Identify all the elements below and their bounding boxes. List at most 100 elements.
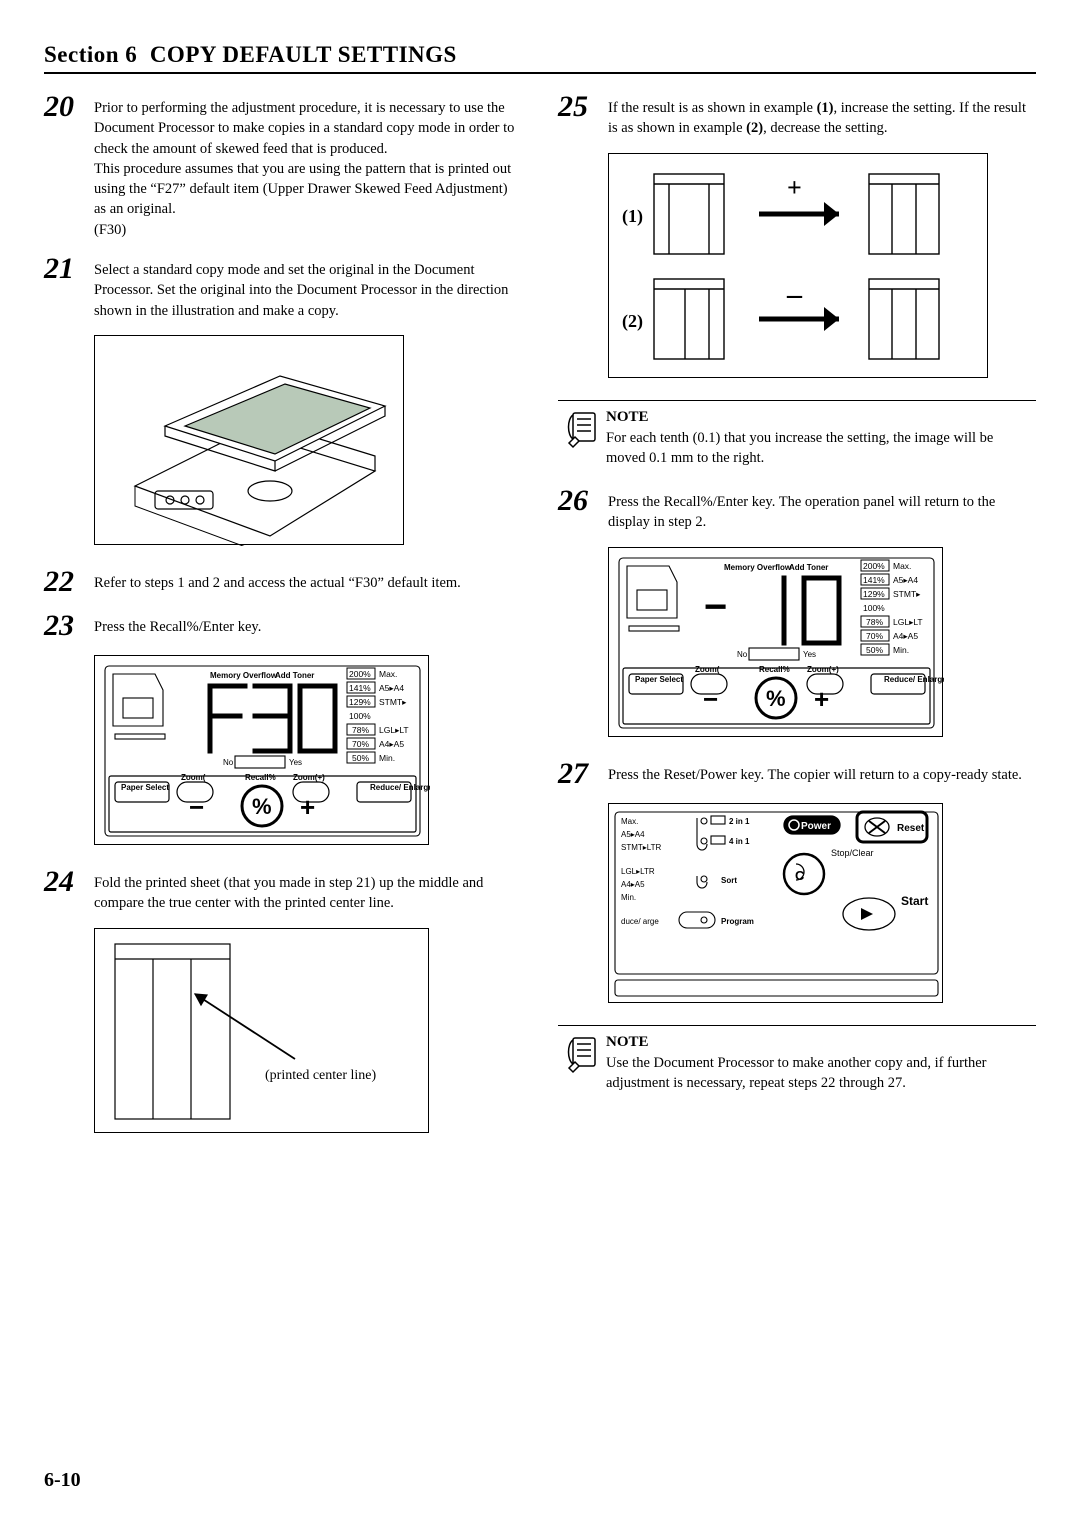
figure-panel-f30: Memory Overflow Add Toner No Yes 200%Max… <box>94 655 429 845</box>
svg-text:(2): (2) <box>622 311 643 332</box>
svg-text:STMT▸: STMT▸ <box>379 697 407 707</box>
svg-text:(1): (1) <box>622 206 643 227</box>
note-text: NOTE For each tenth (0.1) that you incre… <box>606 407 1036 469</box>
step-26: 26 Press the Recall%/Enter key. The oper… <box>558 486 1036 533</box>
step-24: 24 Fold the printed sheet (that you made… <box>44 867 522 914</box>
svg-text:Max.: Max. <box>379 669 397 679</box>
step-number: 21 <box>44 254 94 284</box>
svg-text:Min.: Min. <box>379 753 395 763</box>
note-icon <box>558 407 606 451</box>
step-number: 27 <box>558 759 608 789</box>
step-23: 23 Press the Recall%/Enter key. <box>44 611 522 641</box>
svg-text:A5▸A4: A5▸A4 <box>893 575 918 585</box>
increase-decrease-svg: (1) (2) + – <box>609 154 989 379</box>
svg-text:Paper Select: Paper Select <box>635 675 683 684</box>
step-22: 22 Refer to steps 1 and 2 and access the… <box>44 567 522 597</box>
svg-text:A5▸A4: A5▸A4 <box>621 830 645 839</box>
step-20: 20 Prior to performing the adjustment pr… <box>44 92 522 240</box>
step-text: Refer to steps 1 and 2 and access the ac… <box>94 567 461 593</box>
svg-text:200%: 200% <box>863 561 885 571</box>
svg-text:Memory Overflow: Memory Overflow <box>724 563 792 572</box>
note-1: NOTE For each tenth (0.1) that you incre… <box>558 400 1036 469</box>
svg-text:Zoom(+): Zoom(+) <box>293 773 325 782</box>
step-text: This procedure assumes that you are usin… <box>94 161 511 218</box>
right-column: 25 If the result is as shown in example … <box>558 92 1036 1155</box>
step-21: 21 Select a standard copy mode and set t… <box>44 254 522 321</box>
svg-text:Reduce/ Enlarge: Reduce/ Enlarge <box>370 783 430 792</box>
svg-text:Recall%: Recall% <box>759 665 790 674</box>
svg-text:Sort: Sort <box>721 876 737 885</box>
step-body: Prior to performing the adjustment proce… <box>94 92 522 240</box>
svg-text:No: No <box>737 650 748 659</box>
svg-text:+: + <box>787 173 802 202</box>
svg-text:Zoom(: Zoom( <box>181 773 206 782</box>
svg-text:70%: 70% <box>866 631 883 641</box>
step-text: Prior to performing the adjustment proce… <box>94 100 514 157</box>
note-body: For each tenth (0.1) that you increase t… <box>606 430 993 466</box>
svg-text:A4▸A5: A4▸A5 <box>379 739 404 749</box>
step-number: 26 <box>558 486 608 516</box>
svg-text:50%: 50% <box>352 753 369 763</box>
note-title: NOTE <box>606 1032 1036 1053</box>
svg-text:−: − <box>703 684 718 714</box>
step-number: 22 <box>44 567 94 597</box>
svg-text:Add Toner: Add Toner <box>275 671 314 680</box>
step-number: 23 <box>44 611 94 641</box>
reset-panel-svg: Max. A5▸A4 STMT▸LTR LGL▸LTR A4▸A5 Min. d… <box>609 804 944 1004</box>
step-number: 24 <box>44 867 94 897</box>
svg-text:Paper Select: Paper Select <box>121 783 169 792</box>
svg-text:(printed center line): (printed center line) <box>265 1068 377 1083</box>
svg-text:Start: Start <box>901 894 928 908</box>
svg-text:141%: 141% <box>863 575 885 585</box>
step-number: 20 <box>44 92 94 122</box>
svg-text:Memory Overflow: Memory Overflow <box>210 671 278 680</box>
panel-f30-svg: Memory Overflow Add Toner No Yes 200%Max… <box>95 656 430 846</box>
note-body: Use the Document Processor to make anoth… <box>606 1055 987 1091</box>
svg-text:Min.: Min. <box>621 893 636 902</box>
svg-text:duce/ arge: duce/ arge <box>621 917 659 926</box>
step-text: (F30) <box>94 222 126 238</box>
note-icon <box>558 1032 606 1076</box>
svg-text:Zoom(+): Zoom(+) <box>807 665 839 674</box>
step-text: If the result is as shown in example (1)… <box>608 92 1036 139</box>
page-number: 6-10 <box>44 1469 81 1492</box>
svg-text:Reset: Reset <box>897 823 925 834</box>
svg-text:Zoom(: Zoom( <box>695 665 720 674</box>
svg-text:4 in 1: 4 in 1 <box>729 837 750 846</box>
step-number: 25 <box>558 92 608 122</box>
section-heading: Section 6 COPY DEFAULT SETTINGS <box>44 42 1036 74</box>
printer-illustration <box>95 336 405 546</box>
svg-text:LGL▸LT: LGL▸LT <box>893 617 923 627</box>
step-text: Press the Recall%/Enter key. <box>94 611 261 637</box>
svg-text:129%: 129% <box>349 697 371 707</box>
step-text: Select a standard copy mode and set the … <box>94 254 522 321</box>
step-text: Press the Recall%/Enter key. The operati… <box>608 486 1036 533</box>
svg-text:–: – <box>786 278 803 311</box>
svg-text:Yes: Yes <box>289 758 302 767</box>
svg-text:Min.: Min. <box>893 645 909 655</box>
svg-text:A4▸A5: A4▸A5 <box>893 631 918 641</box>
svg-text:A5▸A4: A5▸A4 <box>379 683 404 693</box>
svg-text:+: + <box>814 684 829 714</box>
section-title: COPY DEFAULT SETTINGS <box>150 42 457 67</box>
page: Section 6 COPY DEFAULT SETTINGS 20 Prior… <box>0 0 1080 1528</box>
folded-sheet-svg: (printed center line) <box>95 929 430 1134</box>
svg-text:STMT▸LTR: STMT▸LTR <box>621 843 662 852</box>
figure-folded-sheet: (printed center line) <box>94 928 429 1133</box>
svg-text:−: − <box>704 585 727 629</box>
step-27: 27 Press the Reset/Power key. The copier… <box>558 759 1036 789</box>
step-25: 25 If the result is as shown in example … <box>558 92 1036 139</box>
svg-text:200%: 200% <box>349 669 371 679</box>
left-column: 20 Prior to performing the adjustment pr… <box>44 92 522 1155</box>
svg-text:Add Toner: Add Toner <box>789 563 828 572</box>
svg-text:Stop/Clear: Stop/Clear <box>831 848 874 858</box>
note-title: NOTE <box>606 407 1036 428</box>
svg-text:Reduce/ Enlarge: Reduce/ Enlarge <box>884 675 944 684</box>
svg-text:Max.: Max. <box>893 561 911 571</box>
figure-reset-panel: Max. A5▸A4 STMT▸LTR LGL▸LTR A4▸A5 Min. d… <box>608 803 943 1003</box>
svg-text:Max.: Max. <box>621 817 638 826</box>
figure-document-processor <box>94 335 404 545</box>
svg-text:LGL▸LT: LGL▸LT <box>379 725 409 735</box>
svg-text:2 in 1: 2 in 1 <box>729 817 750 826</box>
panel-10-svg: − Memory Overflow Add Toner No Yes 200%M… <box>609 548 944 738</box>
